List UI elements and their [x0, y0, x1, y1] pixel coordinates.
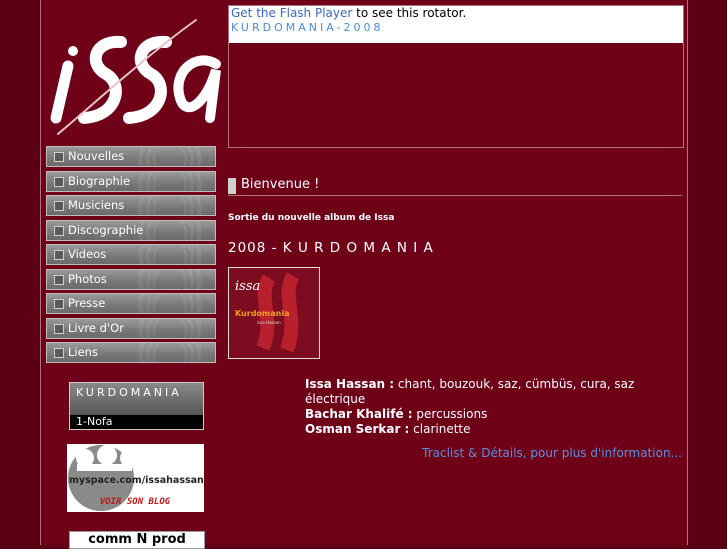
musician-name: Bachar Khalifé : — [305, 407, 413, 421]
bullet-icon — [54, 201, 64, 211]
album-cover[interactable]: issa Kurdomania Issa Hassan — [228, 267, 320, 359]
bullet-icon — [54, 323, 64, 334]
swirl-decoration — [125, 196, 215, 215]
flash-rotator: Get the Flash Player to see this rotator… — [228, 5, 684, 148]
swirl-decoration — [125, 171, 215, 191]
myspace-url: myspace.com/issahassan — [69, 475, 204, 486]
musician-name: Osman Serkar : — [305, 422, 410, 436]
musician-credits: Issa Hassan : chant, bouzouk, saz, cümbü… — [305, 377, 687, 437]
welcome-title: Bienvenue ! — [241, 177, 320, 192]
header-marker — [228, 178, 236, 194]
cover-title: Kurdomania — [235, 309, 290, 318]
nav-item-photos[interactable]: Photos — [46, 268, 216, 290]
swirl-decoration — [125, 245, 215, 264]
nav-item-biographie[interactable]: Biographie — [46, 170, 216, 192]
nav-item-livre-dor[interactable]: Livre d'Or — [46, 317, 216, 339]
nav-item-musiciens[interactable]: Musiciens — [46, 195, 216, 216]
swirl-decoration — [125, 220, 215, 240]
page-container: issa Nouvelles Biographie Musiciens Disc… — [40, 0, 688, 549]
flash-notice-text: to see this rotator. — [352, 6, 467, 20]
musician-name: Issa Hassan : — [305, 377, 395, 391]
main-nav: Nouvelles Biographie Musiciens Discograp… — [46, 146, 216, 367]
blog-link: VOIR SON BLOG — [100, 497, 171, 507]
credit-line: Bachar Khalifé : percussions — [305, 407, 687, 422]
nav-item-nouvelles[interactable]: Nouvelles — [46, 146, 216, 167]
album-release-subtitle: Sortie du nouvelle album de Issa — [228, 213, 395, 223]
nav-item-presse[interactable]: Presse — [46, 293, 216, 314]
nav-item-liens[interactable]: Liens — [46, 342, 216, 363]
nav-item-discographie[interactable]: Discographie — [46, 219, 216, 241]
credit-line: Issa Hassan : chant, bouzouk, saz, cümbü… — [305, 377, 687, 407]
nav-label: Photos — [68, 271, 107, 286]
welcome-header: Bienvenue ! — [228, 177, 682, 196]
flash-notice: Get the Flash Player to see this rotator… — [229, 6, 683, 21]
rotator-caption: KURDOMANIA-2008 — [229, 21, 683, 43]
nav-label: Nouvelles — [68, 149, 125, 163]
bullet-icon — [54, 274, 64, 285]
bullet-icon — [54, 250, 64, 260]
bullet-icon — [54, 176, 64, 187]
swirl-decoration — [125, 269, 215, 289]
credit-line: Osman Serkar : clarinette — [305, 422, 687, 437]
cover-logo: issa — [235, 279, 260, 294]
player-track: 1-Nofa — [70, 415, 203, 429]
logo-text: issa — [46, 6, 48, 7]
bullet-icon — [54, 225, 64, 236]
myspace-banner[interactable]: myspace.com/issahassan VOIR SON BLOG — [67, 444, 204, 512]
swirl-decoration — [125, 294, 215, 313]
bullet-icon — [54, 299, 64, 309]
album-title: 2008 - K U R D O M A N I A — [228, 240, 434, 256]
nav-label: Presse — [68, 296, 106, 310]
musician-role: percussions — [412, 407, 488, 421]
swirl-decoration — [125, 318, 215, 338]
musician-role: clarinette — [409, 422, 471, 436]
nav-label: Biographie — [68, 173, 131, 188]
player-title: KURDOMANIA — [76, 386, 182, 399]
tracklist-details-link[interactable]: Traclist & Détails, pour plus d'informat… — [422, 446, 682, 460]
nav-label: Liens — [68, 345, 98, 359]
swirl-decoration — [125, 147, 215, 166]
nav-label: Livre d'Or — [68, 320, 124, 335]
issa-logo[interactable]: issa — [46, 6, 224, 142]
commnprod-banner[interactable]: comm N prod — [69, 531, 205, 549]
swirl-decoration — [125, 343, 215, 362]
music-player[interactable]: KURDOMANIA 1-Nofa — [69, 382, 204, 430]
nav-label: Musiciens — [68, 198, 125, 212]
nav-label: Videos — [68, 247, 107, 261]
cover-artist: Issa Hassan — [257, 320, 281, 325]
nav-item-videos[interactable]: Videos — [46, 244, 216, 265]
bullet-icon — [54, 152, 64, 162]
flash-player-link[interactable]: Get the Flash Player — [231, 6, 352, 20]
bullet-icon — [54, 348, 64, 358]
